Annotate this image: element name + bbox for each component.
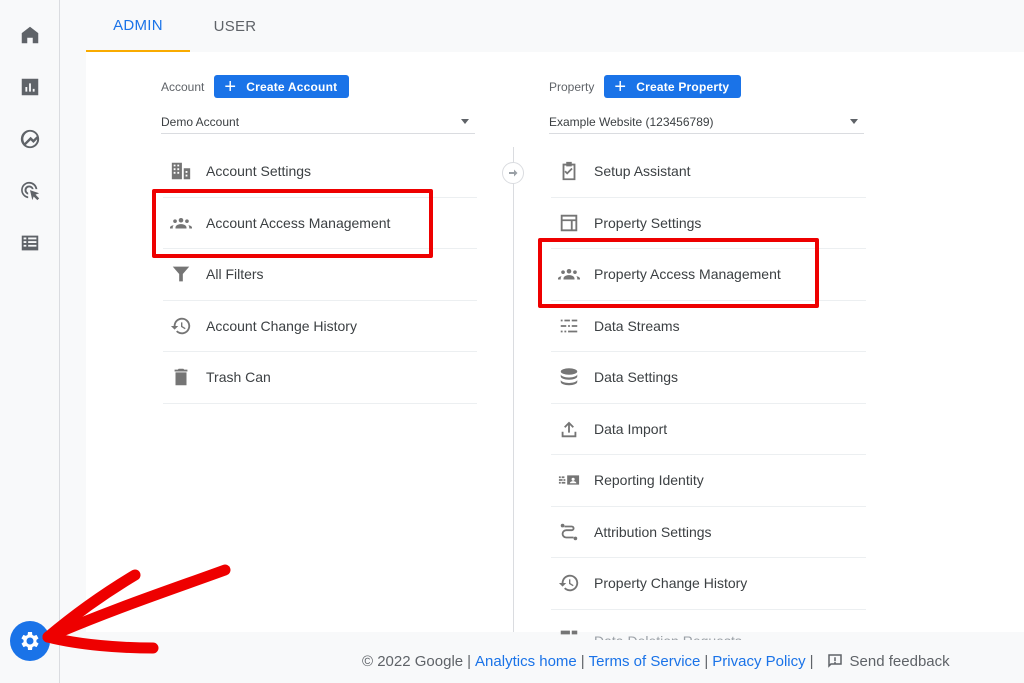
column-divider xyxy=(513,147,514,632)
history-icon xyxy=(555,572,583,594)
account-settings-item[interactable]: Account Settings xyxy=(163,146,477,198)
gear-icon xyxy=(21,632,39,650)
account-selector[interactable]: Demo Account xyxy=(161,110,475,134)
filter-icon xyxy=(167,263,195,285)
item-label: Data Settings xyxy=(594,369,679,386)
account-header: Account + Create Account xyxy=(161,75,350,98)
database-icon xyxy=(555,366,583,388)
create-account-button[interactable]: + Create Account xyxy=(214,75,350,98)
attribution-settings-item[interactable]: Attribution Settings xyxy=(551,507,866,558)
item-label: Account Settings xyxy=(206,163,312,180)
separator: | xyxy=(809,652,814,670)
bar-chart-icon xyxy=(21,78,39,96)
admin-user-tabs: ADMIN USER xyxy=(86,0,280,52)
create-account-label: Create Account xyxy=(246,79,338,94)
data-import-item[interactable]: Data Import xyxy=(551,404,866,455)
item-label: Reporting Identity xyxy=(594,472,704,489)
clipboard-check-icon xyxy=(555,160,583,182)
target-cursor-icon xyxy=(21,181,40,201)
dropdown-caret-icon xyxy=(850,119,858,124)
nav-explore[interactable] xyxy=(17,126,43,152)
nav-configure[interactable] xyxy=(17,230,43,256)
item-label: Data Streams xyxy=(594,317,680,334)
list-icon xyxy=(21,235,39,251)
data-deletion-icon xyxy=(555,627,583,640)
account-label: Account xyxy=(161,79,205,94)
nav-advertising[interactable] xyxy=(17,178,43,204)
property-label: Property xyxy=(549,79,595,94)
building-icon xyxy=(167,160,195,182)
separator: | xyxy=(467,652,472,670)
reporting-identity-icon xyxy=(555,469,583,491)
setup-assistant-item[interactable]: Setup Assistant xyxy=(551,146,866,198)
property-selector[interactable]: Example Website (123456789) xyxy=(549,110,864,134)
separator: | xyxy=(704,652,709,670)
data-streams-item[interactable]: Data Streams xyxy=(551,301,866,352)
nav-rail xyxy=(0,0,60,683)
admin-panel: Account + Create Account Demo Account Ac… xyxy=(86,52,1024,640)
account-access-management-item[interactable]: Account Access Management xyxy=(163,198,477,249)
dropdown-caret-icon xyxy=(461,119,469,124)
send-feedback-label: Send feedback xyxy=(849,652,950,670)
item-label: Property Access Management xyxy=(594,266,781,283)
tab-admin[interactable]: ADMIN xyxy=(86,0,190,52)
item-label: Data Import xyxy=(594,420,668,437)
attribution-icon xyxy=(555,521,583,543)
analytics-home-link[interactable]: Analytics home xyxy=(475,653,577,670)
property-header: Property + Create Property xyxy=(549,75,742,98)
plus-icon: + xyxy=(224,75,237,98)
people-icon xyxy=(167,212,195,234)
item-label: Setup Assistant xyxy=(594,163,691,180)
trash-icon xyxy=(167,366,195,388)
copyright: © 2022 Google xyxy=(362,652,464,670)
property-change-history-item[interactable]: Property Change History xyxy=(551,558,866,610)
history-icon xyxy=(167,315,195,337)
property-menu: Setup Assistant Property Settings Proper… xyxy=(551,146,866,640)
terms-of-service-link[interactable]: Terms of Service xyxy=(589,653,701,670)
layout-icon xyxy=(555,212,583,234)
explore-icon xyxy=(20,129,40,149)
upload-icon xyxy=(555,418,583,440)
feedback-icon xyxy=(827,654,842,668)
trash-can-item[interactable]: Trash Can xyxy=(163,352,477,404)
separator: | xyxy=(580,652,585,670)
plus-icon: + xyxy=(614,75,627,98)
streams-icon xyxy=(555,315,583,337)
nav-home[interactable] xyxy=(17,22,43,48)
account-selected-value: Demo Account xyxy=(161,114,240,129)
data-settings-item[interactable]: Data Settings xyxy=(551,352,866,404)
property-selected-value: Example Website (123456789) xyxy=(549,114,714,129)
home-icon xyxy=(21,26,39,44)
footer: © 2022 Google | Analytics home | Terms o… xyxy=(362,650,950,672)
data-deletion-requests-item[interactable]: Data Deletion Requests xyxy=(551,610,866,640)
reporting-identity-item[interactable]: Reporting Identity xyxy=(551,455,866,507)
item-label: Property Change History xyxy=(594,575,748,592)
people-icon xyxy=(555,263,583,285)
account-change-history-item[interactable]: Account Change History xyxy=(163,301,477,352)
create-property-button[interactable]: + Create Property xyxy=(604,75,742,98)
property-settings-item[interactable]: Property Settings xyxy=(551,198,866,249)
item-label: Trash Can xyxy=(206,369,271,386)
tab-user[interactable]: USER xyxy=(190,0,280,52)
create-property-label: Create Property xyxy=(636,79,730,94)
item-label: All Filters xyxy=(206,266,264,283)
privacy-policy-link[interactable]: Privacy Policy xyxy=(712,653,805,670)
item-label: Account Change History xyxy=(206,317,357,334)
property-access-management-item[interactable]: Property Access Management xyxy=(551,249,866,301)
arrow-stroke-lower xyxy=(42,631,159,654)
item-label: Attribution Settings xyxy=(594,523,712,540)
account-menu: Account Settings Account Access Manageme… xyxy=(163,146,477,404)
nav-reports[interactable] xyxy=(17,74,43,100)
item-label: Data Deletion Requests xyxy=(594,633,742,640)
admin-settings-button[interactable] xyxy=(10,621,50,661)
send-feedback-button[interactable]: Send feedback xyxy=(826,652,950,670)
all-filters-item[interactable]: All Filters xyxy=(163,249,477,301)
item-label: Property Settings xyxy=(594,214,702,231)
item-label: Account Access Management xyxy=(206,214,391,231)
divider-arrow-icon xyxy=(502,162,524,184)
